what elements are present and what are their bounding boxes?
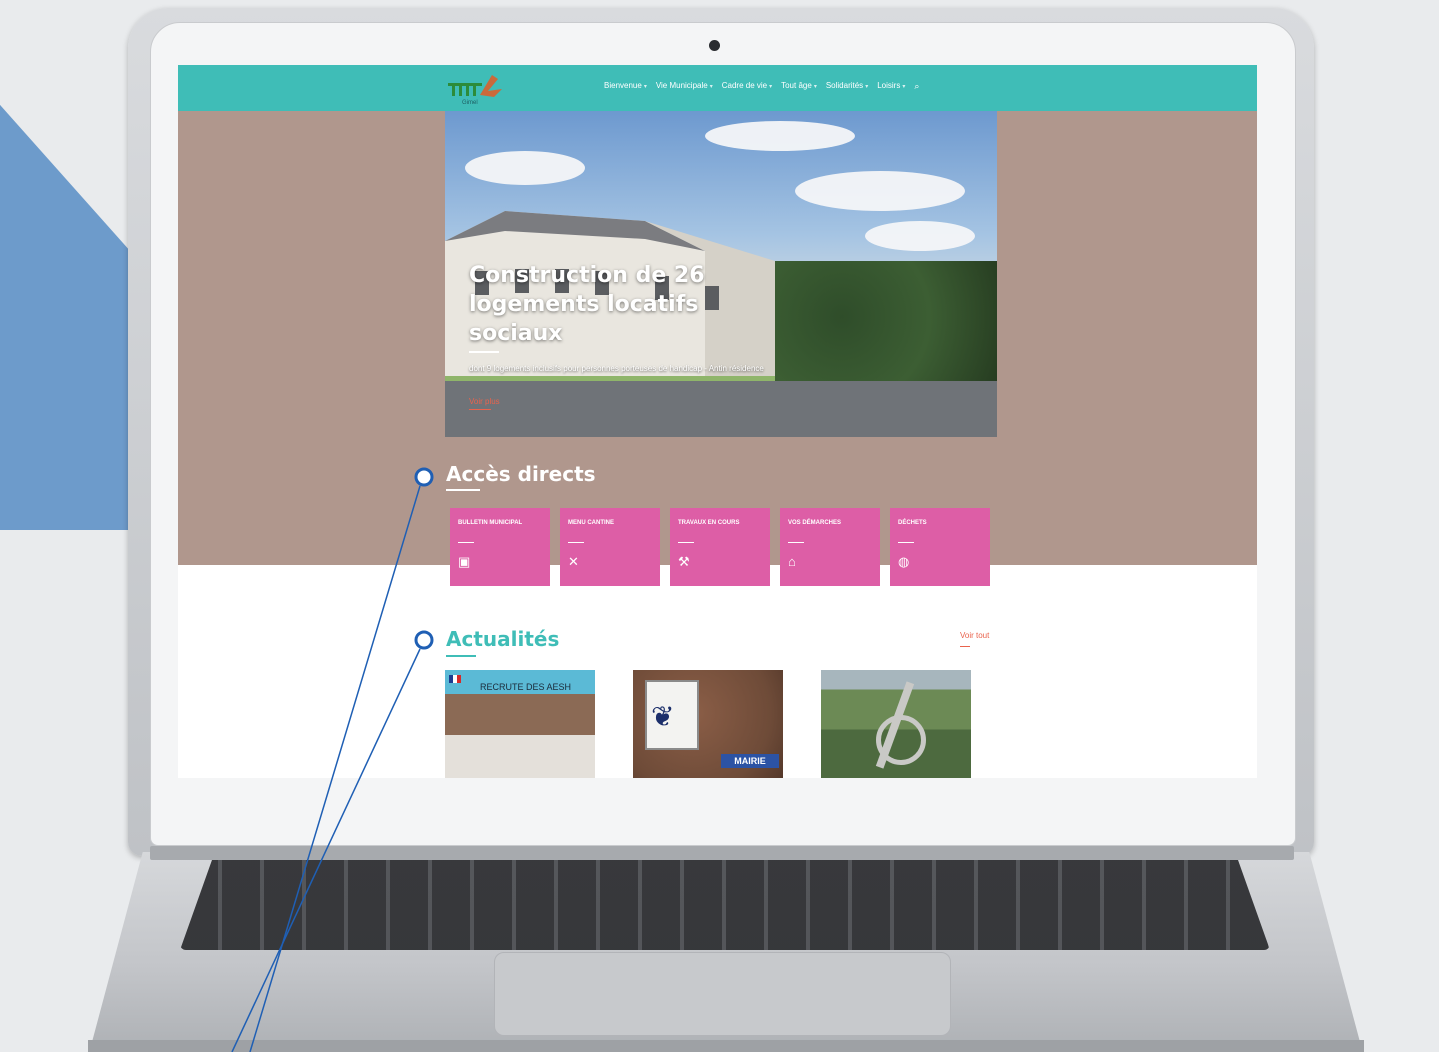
roundabout-image bbox=[876, 715, 926, 765]
tile-vos-demarches[interactable]: Vos démarches ⌂ bbox=[780, 508, 880, 586]
book-icon: ▣ bbox=[458, 554, 471, 569]
tile-label: Vos démarches bbox=[788, 520, 842, 526]
tile-label: Menu cantine bbox=[568, 520, 614, 526]
nav-menu: Bienvenue ▾ Vie Municipale ▾ Cadre de vie ▾… bbox=[604, 81, 919, 92]
news-caption: MAIRIE bbox=[721, 754, 779, 768]
chevron-down-icon: ▾ bbox=[865, 84, 869, 90]
chevron-down-icon: ▾ bbox=[813, 84, 817, 90]
hero-cloud bbox=[465, 151, 585, 185]
nav-item-label: Vie Municipale bbox=[655, 81, 708, 90]
tile-divider bbox=[788, 542, 804, 543]
tile-bulletin-municipal[interactable]: Bulletin municipal ▣ bbox=[450, 508, 550, 586]
institution-icon: ⌂ bbox=[788, 554, 796, 569]
main-navbar: Gimel Bienvenue ▾ Vie Municipale ▾ Cadre d… bbox=[178, 65, 1257, 111]
nav-item-label: Loisirs bbox=[877, 81, 901, 90]
tile-menu-cantine[interactable]: Menu cantine ✕ bbox=[560, 508, 660, 586]
keyboard bbox=[180, 858, 1270, 950]
tile-divider bbox=[898, 542, 914, 543]
nav-item-bienvenue[interactable]: Bienvenue ▾ bbox=[604, 81, 647, 92]
academie-logo bbox=[449, 675, 461, 683]
news-caption: RECRUTE DES AESH bbox=[480, 682, 572, 692]
hero-title: Construction de 26 logements locatifs so… bbox=[469, 263, 705, 346]
section-title-acces-directs: Accès directs bbox=[446, 462, 596, 486]
bird-icon: ❦ bbox=[651, 701, 675, 732]
nav-item-label: Bienvenue bbox=[604, 81, 642, 90]
nav-item-tout-age[interactable]: Tout âge ▾ bbox=[781, 81, 817, 92]
search-icon[interactable]: ⌕ bbox=[914, 81, 919, 92]
nav-item-solidarites[interactable]: Solidarités ▾ bbox=[826, 81, 868, 92]
news-card-aesh[interactable]: RECRUTE DES AESH bbox=[445, 670, 595, 778]
hero-read-more-link[interactable]: Voir plus bbox=[469, 397, 500, 406]
laptop-base-edge bbox=[88, 1040, 1364, 1052]
nav-item-cadre-de-vie[interactable]: Cadre de vie ▾ bbox=[722, 81, 772, 92]
news-card-mairie[interactable]: ❦ MAIRIE bbox=[633, 670, 783, 778]
tile-divider bbox=[458, 542, 474, 543]
wrench-icon: ⚒ bbox=[678, 554, 690, 569]
nav-item-vie-municipale[interactable]: Vie Municipale ▾ bbox=[656, 81, 713, 92]
hero-title-underline bbox=[469, 351, 499, 353]
see-all-news-link[interactable]: Voir tout bbox=[960, 631, 989, 640]
hero-read-more-underline bbox=[469, 409, 491, 410]
chevron-down-icon: ▾ bbox=[769, 84, 773, 90]
chevron-down-icon: ▾ bbox=[902, 84, 906, 90]
hero-cloud bbox=[795, 171, 965, 211]
chevron-down-icon: ▾ bbox=[643, 84, 647, 90]
nav-item-loisirs[interactable]: Loisirs ▾ bbox=[877, 81, 905, 92]
tile-dechets[interactable]: Déchets ◍ bbox=[890, 508, 990, 586]
tile-divider bbox=[678, 542, 694, 543]
svg-text:Gimel: Gimel bbox=[462, 100, 478, 106]
laptop-hinge bbox=[150, 846, 1294, 860]
nav-item-label: Tout âge bbox=[781, 81, 812, 90]
hero-trees bbox=[775, 261, 997, 401]
camera-icon bbox=[709, 40, 720, 51]
hero-slider[interactable]: Construction de 26 logements locatifs so… bbox=[445, 111, 997, 437]
see-all-underline bbox=[960, 646, 970, 647]
chevron-down-icon: ▾ bbox=[709, 84, 713, 90]
nav-item-label: Solidarités bbox=[825, 81, 864, 90]
hero-description: dont 9 logements inclusifs pour personne… bbox=[469, 364, 764, 373]
section-title-actualites: Actualités bbox=[446, 627, 560, 651]
quick-access-tiles: Bulletin municipal ▣ Menu cantine ✕ Trav… bbox=[450, 508, 990, 586]
site-logo[interactable]: Gimel bbox=[446, 69, 508, 107]
nav-item-label: Cadre de vie bbox=[721, 81, 768, 90]
hero-cloud bbox=[865, 221, 975, 251]
trackpad bbox=[494, 952, 951, 1036]
globe-icon: ◍ bbox=[898, 554, 910, 569]
tile-label: Déchets bbox=[898, 520, 927, 526]
section-underline bbox=[446, 655, 476, 657]
tile-label: Bulletin municipal bbox=[458, 520, 523, 526]
tile-label: Travaux en cours bbox=[678, 520, 740, 526]
website-screen: Gimel Bienvenue ▾ Vie Municipale ▾ Cadre d… bbox=[178, 65, 1257, 778]
utensils-icon: ✕ bbox=[568, 554, 579, 569]
hero-cloud bbox=[705, 121, 855, 151]
hero-road bbox=[445, 381, 997, 437]
section-underline bbox=[446, 489, 480, 491]
tile-travaux-en-cours[interactable]: Travaux en cours ⚒ bbox=[670, 508, 770, 586]
news-card-roundabout[interactable] bbox=[821, 670, 971, 778]
tile-divider bbox=[568, 542, 584, 543]
